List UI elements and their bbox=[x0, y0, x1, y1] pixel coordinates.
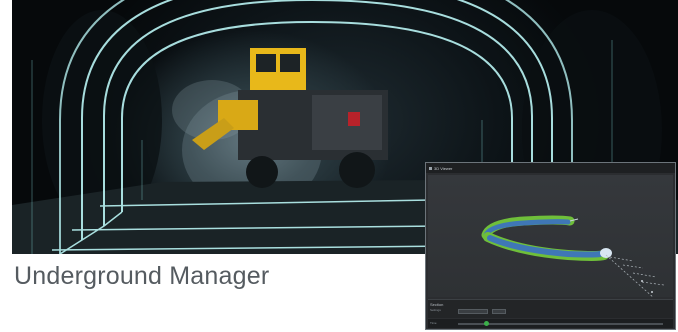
panel-section-label: Section bbox=[430, 302, 444, 307]
window-titlebar[interactable]: 3D Viewer bbox=[426, 163, 675, 173]
timeline-slider-thumb[interactable] bbox=[484, 321, 490, 326]
panel-settings-label: Settings bbox=[430, 308, 441, 312]
timeline-bar[interactable]: Time bbox=[428, 319, 673, 328]
page-title: Underground Manager bbox=[14, 262, 270, 290]
tunnel-3d-model bbox=[481, 215, 665, 297]
software-window[interactable]: 3D Viewer Section Settings Time bbox=[425, 162, 676, 330]
properties-panel: Section Settings bbox=[428, 299, 673, 318]
app-window-icon bbox=[429, 166, 432, 170]
timeline-label: Time bbox=[430, 321, 437, 325]
panel-field-1[interactable] bbox=[458, 309, 488, 314]
window-title: 3D Viewer bbox=[434, 165, 453, 171]
3d-viewport[interactable] bbox=[428, 175, 673, 297]
panel-field-2[interactable] bbox=[492, 309, 506, 314]
